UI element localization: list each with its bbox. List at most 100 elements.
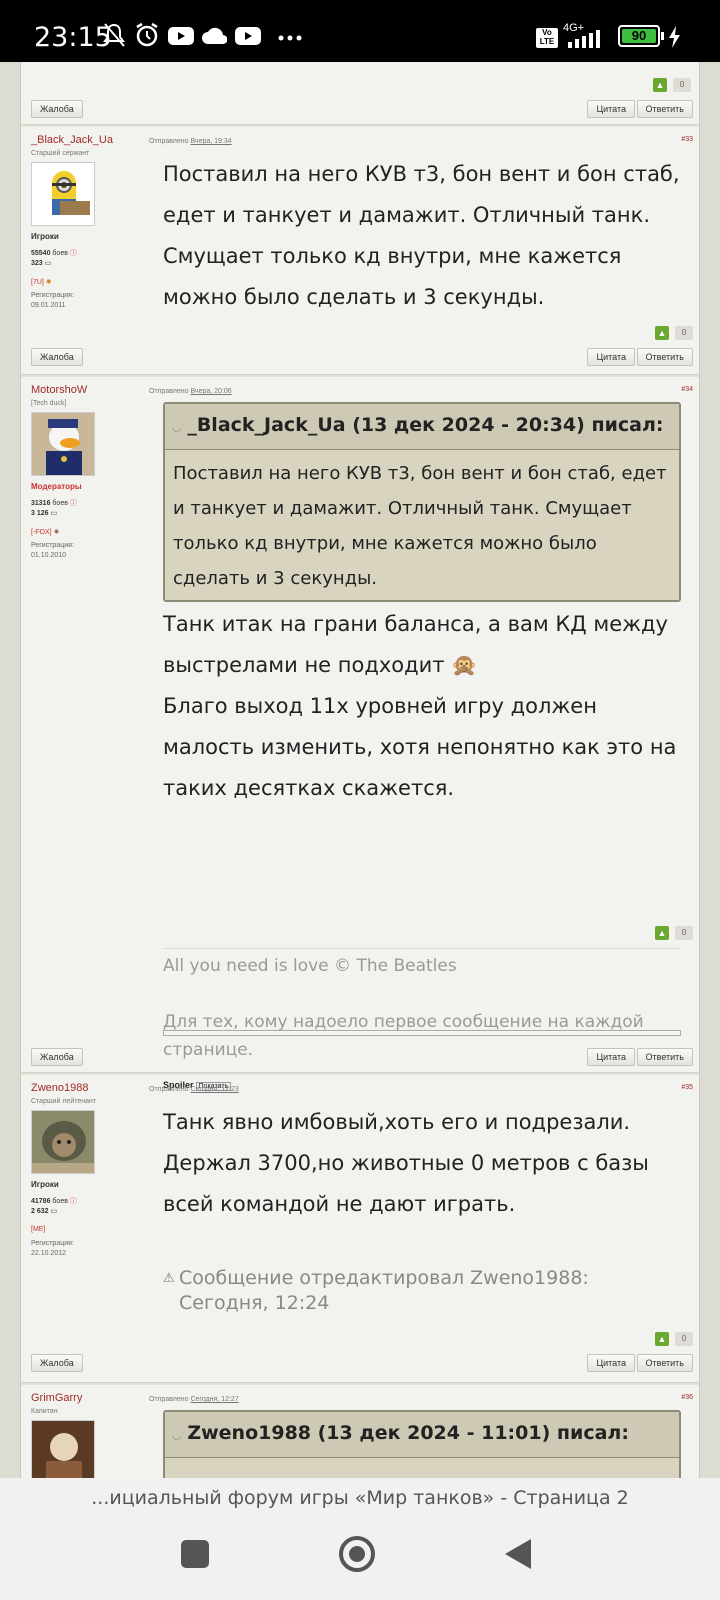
post-date: Отправлено Вчера, 20:06 <box>149 388 232 395</box>
author-group: Игроки <box>31 1180 59 1189</box>
youtube-icon <box>235 27 261 45</box>
home-button[interactable] <box>339 1536 375 1572</box>
post-separator <box>21 124 699 127</box>
author-clan[interactable]: [7U] ✹ <box>31 278 52 286</box>
author-battles: 55540 боев ⓘ <box>31 250 77 257</box>
post-author[interactable]: _Black_Jack_Ua <box>31 134 113 146</box>
browser-title-bar[interactable]: ...ициальный форум игры «Мир танков» - С… <box>0 1478 720 1520</box>
reply-button[interactable]: Ответить <box>636 1354 693 1372</box>
user-avatar-icon <box>32 1421 94 1478</box>
quote-block: ◡ _Black_Jack_Ua (13 дек 2024 - 20:34) п… <box>163 402 681 602</box>
post-body: Танк явно имбовый,хоть его и подрезали. … <box>163 1110 649 1216</box>
post-body: Поставил на него КУВ т3, бон вент и бон … <box>163 162 680 309</box>
emoji-icon: 🙊 <box>451 653 478 677</box>
avatar[interactable] <box>31 1420 95 1478</box>
report-button[interactable]: Жалоба <box>31 1354 83 1372</box>
vote-panel: ▲ 0 <box>655 926 693 940</box>
quote-button[interactable]: Цитата <box>587 1048 635 1066</box>
author-rank: Капитан <box>31 1408 58 1415</box>
post-date: Отправлено Сегодня, 12:23 <box>149 1086 239 1093</box>
post-date: Отправлено Сегодня, 12:27 <box>149 1396 239 1403</box>
post-number[interactable]: #34 <box>681 386 693 393</box>
vote-count: 0 <box>675 326 693 340</box>
quote-button[interactable]: Цитата <box>587 1354 635 1372</box>
upvote-button[interactable]: ▲ <box>655 926 669 940</box>
author-battles: 31316 боев ⓘ <box>31 500 77 507</box>
author-battles: 41786 боев ⓘ <box>31 1198 77 1205</box>
upvote-button[interactable]: ▲ <box>655 1332 669 1346</box>
post-number[interactable]: #36 <box>681 1394 693 1401</box>
forum-post: MotorshoW [Tech duck] Модераторы 31316 б… <box>21 378 699 1091</box>
quote-text: Поставил на него КУВ т3, бон вент и бон … <box>173 463 667 589</box>
author-clan[interactable]: [ME] <box>31 1226 45 1233</box>
author-posts: 3 126 ▭ <box>31 510 58 517</box>
vote-panel: ▲ 0 <box>653 78 691 92</box>
forum-post: _Black_Jack_Ua Старший сержант Игроки 55… <box>21 128 699 374</box>
quote-link-icon[interactable]: ◡ <box>173 1431 181 1442</box>
post-actions: Жалоба Цитата Ответить <box>21 1048 699 1070</box>
author-group: Модераторы <box>31 482 82 491</box>
avatar[interactable] <box>31 162 95 226</box>
quote-header: ◡ Zweno1988 (13 дек 2024 - 11:01) писал: <box>165 1412 679 1458</box>
signature-divider <box>163 948 681 949</box>
edit-notice: ⚠ Сообщение отредактировал Zweno1988: Сег… <box>163 1267 589 1314</box>
youtube-icon <box>168 27 194 45</box>
back-button[interactable] <box>505 1539 531 1569</box>
recent-apps-button[interactable] <box>181 1540 209 1568</box>
quote-button[interactable]: Цитата <box>587 348 635 366</box>
forum-post: GrimGarry Капитан Отправлено Сегодня, 12… <box>21 1386 699 1478</box>
donald-duck-avatar-icon <box>32 413 94 475</box>
reply-button[interactable]: Ответить <box>636 100 693 118</box>
author-group: Игроки <box>31 232 59 241</box>
battery-icon: 90 <box>618 25 664 47</box>
vote-count: 0 <box>673 78 691 92</box>
registration-date: 09.01.2011 <box>31 302 66 309</box>
turtle-avatar-icon <box>32 1111 94 1173</box>
post-author[interactable]: Zweno1988 <box>31 1082 89 1094</box>
avatar[interactable] <box>31 1110 95 1174</box>
reply-button[interactable]: Ответить <box>636 1048 693 1066</box>
alarm-icon <box>136 22 158 47</box>
more-dots-icon <box>278 35 302 41</box>
author-rank: [Tech duck] <box>31 400 67 407</box>
registration-label: Регистрация: <box>31 292 74 299</box>
spoiler-content <box>163 1030 681 1036</box>
forum-post: Zweno1988 Старший лейтенант Игроки 41786… <box>21 1076 699 1382</box>
quote-button[interactable]: Цитата <box>587 100 635 118</box>
vote-count: 0 <box>675 926 693 940</box>
report-button[interactable]: Жалоба <box>31 348 83 366</box>
post-number[interactable]: #35 <box>681 1084 693 1091</box>
post-author[interactable]: MotorshoW <box>31 384 87 396</box>
report-button[interactable]: Жалоба <box>31 100 83 118</box>
post-separator <box>21 1072 699 1075</box>
warning-icon: ⚠ <box>163 1271 175 1286</box>
author-posts: 323 ▭ <box>31 260 52 267</box>
cloud-icon <box>202 27 227 44</box>
quote-link-icon[interactable]: ◡ <box>173 423 181 434</box>
author-clan[interactable]: [-FOX] ✹ <box>31 528 59 536</box>
quote-header: ◡ _Black_Jack_Ua (13 дек 2024 - 20:34) п… <box>165 404 679 450</box>
author-rank: Старший сержант <box>31 150 90 157</box>
reply-button[interactable]: Ответить <box>636 348 693 366</box>
vote-panel: ▲ 0 <box>655 326 693 340</box>
forum-page: ▲ 0 Жалоба Цитата Ответить _Black_Jack_U… <box>20 62 700 1478</box>
upvote-button[interactable]: ▲ <box>653 78 667 92</box>
upvote-button[interactable]: ▲ <box>655 326 669 340</box>
registration-label: Регистрация: <box>31 542 74 549</box>
volte-icon: Vo LTE <box>536 28 558 48</box>
post-separator <box>21 1382 699 1385</box>
charging-icon <box>669 26 680 48</box>
registration-date: 22.10.2012 <box>31 1250 67 1257</box>
signal-icon <box>568 30 600 48</box>
report-button[interactable]: Жалоба <box>31 1048 83 1066</box>
post-actions: Жалоба Цитата Ответить <box>21 100 699 122</box>
minion-avatar-icon <box>32 163 94 225</box>
registration-date: 01.10.2010 <box>31 552 67 559</box>
post-author[interactable]: GrimGarry <box>31 1392 82 1404</box>
post-number[interactable]: #33 <box>681 136 693 143</box>
avatar[interactable] <box>31 412 95 476</box>
mute-bell-icon <box>103 23 125 47</box>
clock: 23:15 <box>34 22 112 53</box>
quote-block: ◡ Zweno1988 (13 дек 2024 - 11:01) писал: <box>163 1410 681 1478</box>
vote-count: 0 <box>675 1332 693 1346</box>
